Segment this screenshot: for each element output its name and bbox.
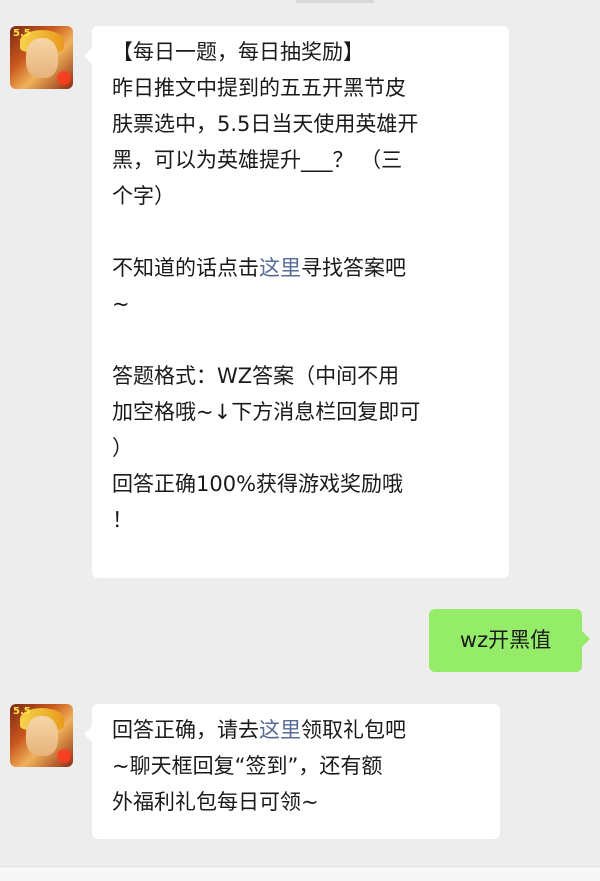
message-line: ） [112, 436, 133, 460]
message-line: 肤票选中，5.5日当天使用英雄开 [112, 112, 419, 136]
message-line: ！ [112, 508, 133, 532]
message-line: 个字） [112, 184, 175, 208]
message-bubble-question: 【每日一题，每日抽奖励】 昨日推文中提到的五五开黑节皮 肤票选中，5.5日当天使… [84, 26, 509, 578]
message-line: 答题格式：WZ答案（中间不用 [112, 364, 400, 388]
official-account-avatar[interactable]: 5.5 [10, 704, 73, 767]
message-line: 不知道的话点击这里寻找答案吧 [112, 256, 406, 280]
message-line: 外福利礼包每日可领~ [112, 790, 319, 814]
message-line: 黑，可以为英雄提升___？ （三 [112, 148, 403, 172]
message-line: 回答正确100%获得游戏奖励哦 [112, 472, 404, 496]
message-line: 【每日一题，每日抽奖励】 [112, 40, 364, 64]
message-line: ~ [112, 292, 130, 316]
bottom-input-bar-edge [0, 866, 600, 881]
flame-icon [57, 749, 71, 763]
user-reply-text: wz开黑值 [459, 628, 552, 652]
avatar-badge: 5.5 [13, 706, 31, 717]
message-line: ~聊天框回复“签到”，还有额 [112, 754, 383, 778]
message-line: 回答正确，请去这里领取礼包吧 [112, 718, 406, 742]
claim-gift-link[interactable]: 这里 [259, 718, 301, 742]
flame-icon [57, 71, 71, 85]
message-line: 昨日推文中提到的五五开黑节皮 [112, 76, 406, 100]
avatar-badge: 5.5 [13, 28, 31, 39]
message-line: 加空格哦~↓下方消息栏回复即可 [112, 400, 421, 424]
answer-hint-link[interactable]: 这里 [259, 256, 301, 280]
official-account-avatar[interactable]: 5.5 [10, 26, 73, 89]
top-scroll-indicator [296, 0, 374, 3]
message-bubble-user-reply: wz开黑值 [429, 609, 590, 672]
message-bubble-answer-correct: 回答正确，请去这里领取礼包吧 ~聊天框回复“签到”，还有额 外福利礼包每日可领~ [84, 704, 500, 839]
